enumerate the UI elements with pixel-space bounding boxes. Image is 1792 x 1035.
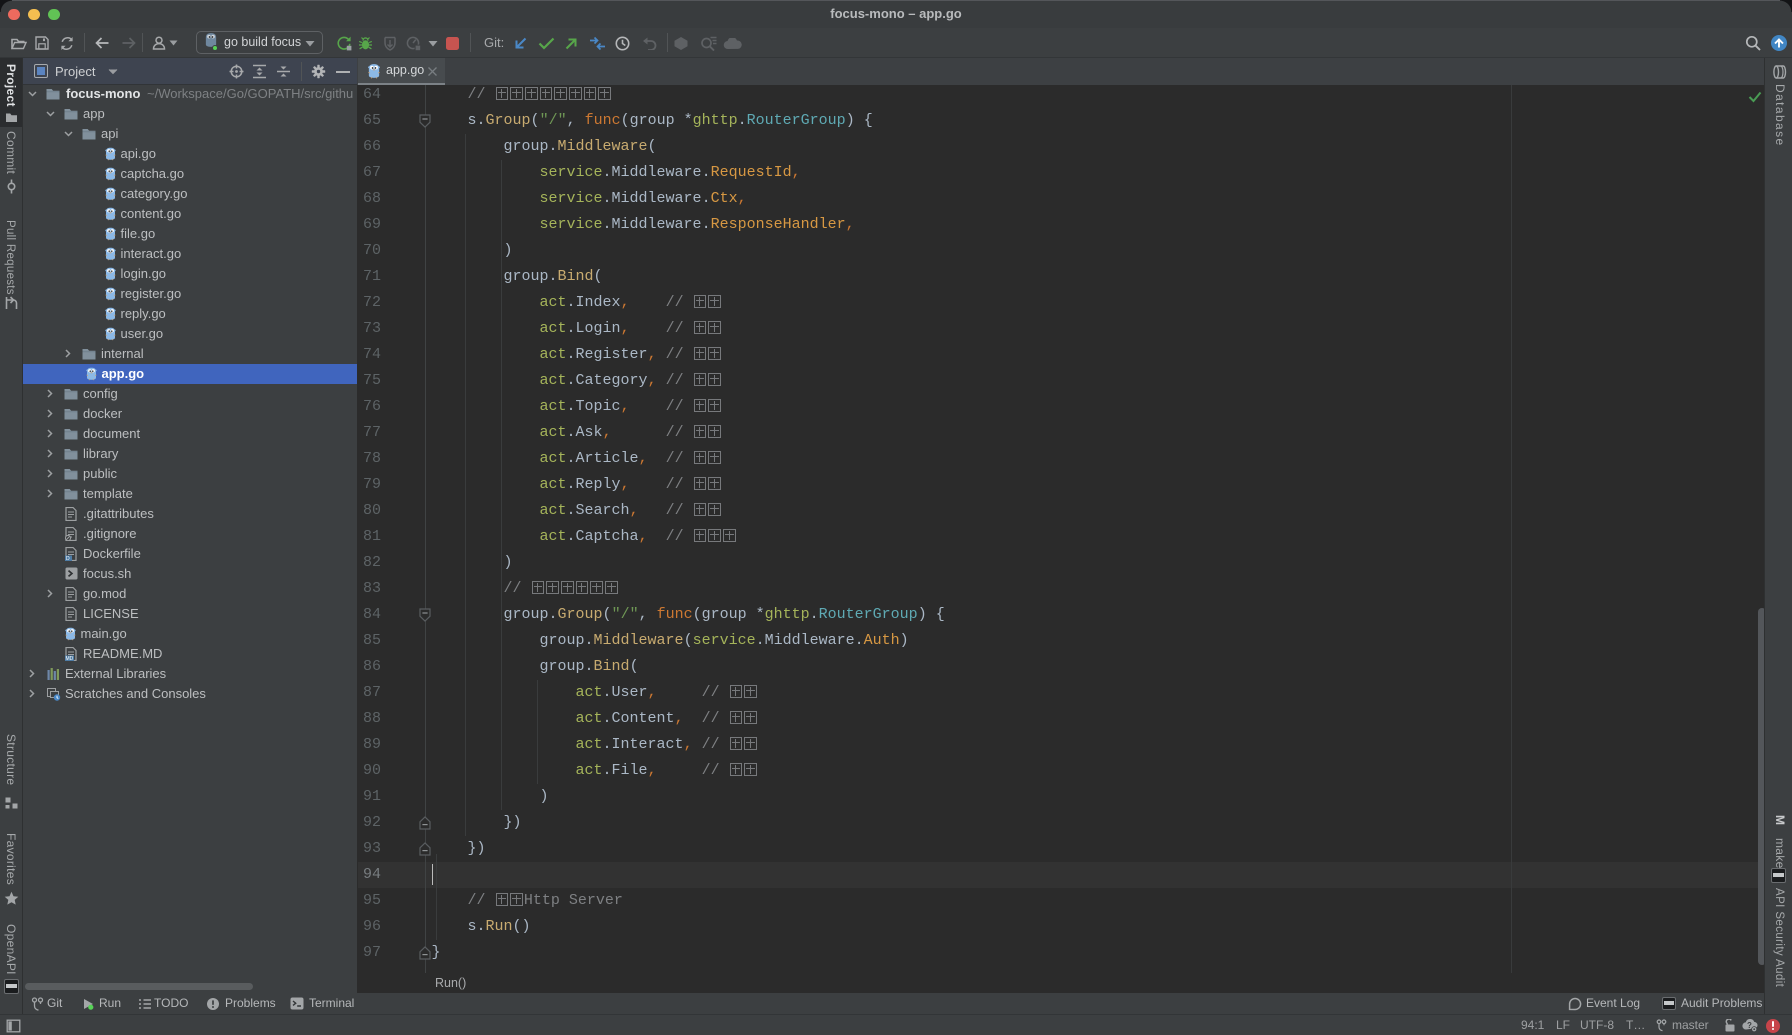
svg-text:?: ? [1747, 1021, 1752, 1030]
svg-text:MD: MD [66, 656, 74, 661]
svg-text:D: D [66, 556, 70, 561]
